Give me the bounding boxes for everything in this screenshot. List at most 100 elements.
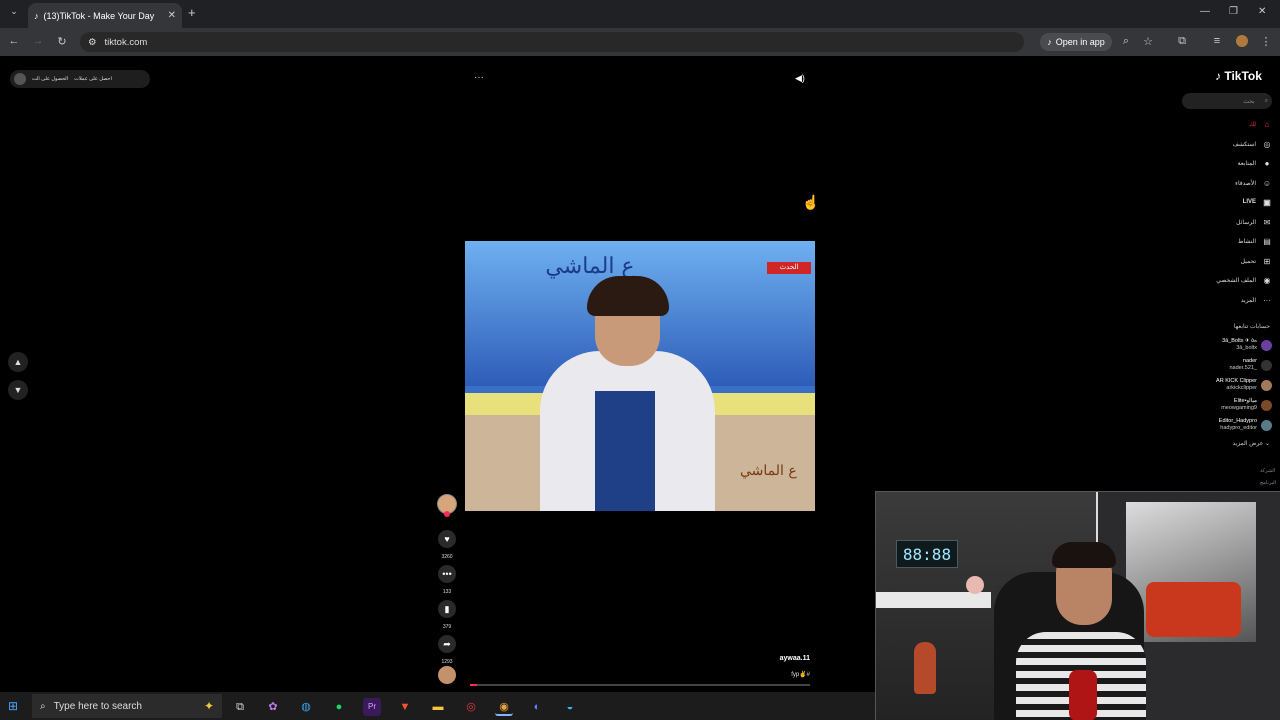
comment-icon[interactable]: ••• [438, 565, 456, 583]
video-username[interactable]: aywaa.11 [760, 655, 810, 662]
edge-icon[interactable]: ◍ [297, 698, 315, 716]
nav-explore[interactable]: استكشف ◎ [1180, 137, 1272, 151]
app-icon[interactable]: ◒ [561, 698, 579, 716]
zoom-icon[interactable]: ⌕ [1119, 35, 1133, 48]
search-icon: ⌕ [40, 700, 46, 712]
followed-account[interactable]: Elite•ميااو meowgaming9 [1180, 396, 1272, 414]
like-action[interactable]: ♥ 3260 [438, 530, 456, 560]
more-icon: ··· [1263, 295, 1271, 305]
tiktok-logo[interactable]: ♪ TikTok [1215, 69, 1262, 83]
more-options-icon[interactable]: ··· [474, 72, 484, 83]
bookmark-icon[interactable]: ▮ [438, 600, 456, 618]
save-count: 379 [442, 624, 452, 630]
following-accounts-header: حسابات تتابعها [1233, 324, 1270, 330]
hand-cursor-icon: ☝ [802, 194, 820, 210]
chevron-down-icon: ⌄ [1264, 441, 1270, 447]
nav-following[interactable]: المتابعة ● [1180, 156, 1272, 170]
windows-start-icon[interactable]: ⊞ [8, 699, 18, 713]
upload-icon: ⊞ [1263, 256, 1271, 266]
progress-fill [470, 684, 477, 686]
bookmark-star-icon[interactable]: ☆ [1141, 35, 1155, 48]
nav-friends[interactable]: الأصدقاء ☺ [1180, 176, 1272, 190]
nav-activity[interactable]: النشاط ▤ [1180, 234, 1272, 248]
footer-link[interactable]: الشركة [1260, 468, 1275, 474]
share-icon[interactable]: ➦ [438, 635, 456, 653]
premiere-icon[interactable]: Pr [363, 698, 381, 716]
previous-video-button[interactable]: ▲ [8, 352, 28, 372]
open-in-app-button[interactable]: ♪ Open in app [1040, 33, 1112, 51]
nav-live[interactable]: LIVE ▣ [1180, 195, 1272, 209]
messages-icon: ✉ [1263, 217, 1271, 227]
reload-icon[interactable]: ↻ [54, 35, 70, 48]
promo-bar[interactable]: الحصول على الت احصل على عملات [10, 70, 150, 88]
share-action[interactable]: ➦ 1293 [438, 635, 456, 665]
nav-profile[interactable]: الملف الشخصي ◉ [1180, 273, 1272, 287]
app-icon[interactable]: ◎ [462, 698, 480, 716]
media-control-icon[interactable]: ≡ [1210, 35, 1224, 47]
nav-upload[interactable]: تحميل ⊞ [1180, 254, 1272, 268]
friends-icon: ☺ [1262, 178, 1272, 188]
browser-menu-icon[interactable]: ⋮ [1259, 35, 1273, 48]
nav-more[interactable]: المزيد ··· [1180, 293, 1272, 307]
brave-icon[interactable]: ▼ [396, 698, 414, 716]
discord-icon[interactable]: ◐ [528, 698, 546, 716]
followed-account[interactable]: 3ā_Boltx ✈ ه٥ 3ā_boltx [1180, 336, 1272, 354]
sound-avatar[interactable] [438, 666, 456, 684]
copilot-icon[interactable]: ✿ [264, 698, 282, 716]
see-more-link[interactable]: عرض المزيد ⌄ [1180, 440, 1270, 447]
follow-plus-icon[interactable] [444, 511, 450, 517]
close-tab-icon[interactable]: ✕ [168, 10, 176, 21]
new-tab-button[interactable]: + [188, 6, 202, 20]
tab-search-menu-icon[interactable]: ⌄ [6, 6, 22, 22]
address-bar[interactable]: ⚙ tiktok.com [80, 32, 1024, 52]
nav-for-you[interactable]: لك ⌂ [1180, 117, 1272, 131]
profile-avatar[interactable] [1236, 35, 1248, 47]
heart-icon[interactable]: ♥ [438, 530, 456, 548]
taskbar-search-input[interactable]: ⌕ Type here to search ✦ [32, 694, 222, 718]
url-text: tiktok.com [104, 36, 148, 48]
followed-account[interactable]: AR KICK Clipper arkickclipper [1180, 376, 1272, 394]
taskbar-search-placeholder: Type here to search [53, 700, 142, 712]
avatar [1261, 359, 1272, 371]
comment-action[interactable]: ••• 133 [438, 565, 456, 595]
news-tag: الحدث [767, 262, 811, 274]
restore-icon[interactable]: ❐ [1229, 6, 1238, 17]
footer-link[interactable]: البرنامج [1260, 480, 1276, 486]
search-placeholder: بحث [1243, 98, 1255, 105]
browser-tab[interactable]: ♪ (13)TikTok - Make Your Day ✕ [28, 3, 182, 28]
video-progress-bar[interactable] [470, 684, 810, 686]
followed-account[interactable]: Editor_Hadypro hadypro_editor [1180, 416, 1272, 434]
get-coins-link[interactable]: احصل على عملات [74, 76, 112, 82]
file-explorer-icon[interactable]: ▬ [429, 698, 447, 716]
sparkle-icon: ✦ [203, 699, 214, 713]
next-video-button[interactable]: ▼ [8, 380, 28, 400]
led-clock: 88:88 [896, 540, 958, 568]
activity-icon: ▤ [1263, 236, 1271, 246]
video-player[interactable]: ع الماشي الحدث ع الماشي [465, 241, 815, 511]
extensions-icon[interactable]: ⧉ [1175, 35, 1189, 48]
open-in-app-label: Open in app [1055, 37, 1105, 47]
tiktok-icon: ♪ [1047, 37, 1052, 47]
avatar [14, 73, 26, 85]
sidebar-search-input[interactable]: بحث ⌕ [1182, 93, 1272, 109]
share-count: 1293 [441, 659, 453, 665]
volume-icon[interactable]: ◀) [795, 73, 805, 84]
video-hashtag[interactable]: fyp✌# [760, 671, 810, 678]
back-icon[interactable]: ← [6, 35, 22, 47]
following-icon: ● [1264, 158, 1270, 168]
webcam-overlay: 88:88 [875, 491, 1280, 720]
avatar [1261, 399, 1272, 411]
video-corner-logo: ع الماشي [740, 463, 797, 479]
close-window-icon[interactable]: ✕ [1258, 6, 1266, 17]
chrome-icon[interactable]: ◉ [495, 698, 513, 716]
task-view-icon[interactable]: ⧉ [231, 698, 249, 716]
nav-messages[interactable]: الرسائل ✉ [1180, 215, 1272, 229]
minimize-icon[interactable]: — [1200, 6, 1210, 17]
get-app-link[interactable]: الحصول على الت [32, 76, 68, 82]
spotify-icon[interactable]: ● [330, 698, 348, 716]
save-action[interactable]: ▮ 379 [438, 600, 456, 630]
search-icon[interactable]: ⌕ [1265, 98, 1268, 105]
site-info-icon[interactable]: ⚙ [88, 37, 97, 48]
followed-account[interactable]: nader nader.521_ [1180, 356, 1272, 374]
forward-icon[interactable]: → [30, 35, 46, 47]
